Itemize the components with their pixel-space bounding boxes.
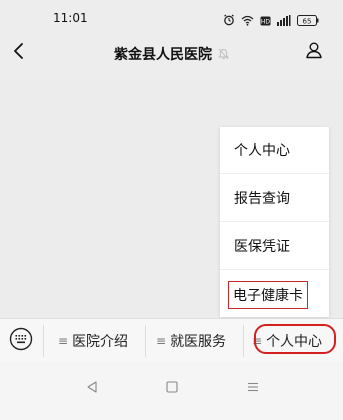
menu-divider <box>145 325 146 357</box>
menu-divider <box>43 325 44 357</box>
status-time: 11:01 <box>53 11 88 25</box>
submenu-item-health-card[interactable]: 电子健康卡 <box>220 271 329 318</box>
submenu-item-insurance-voucher[interactable]: 医保凭证 <box>220 223 329 270</box>
bottom-menu-bar: ≡ 医院介绍 ≡ 就医服务 ≡ 个人中心 <box>0 318 343 362</box>
back-triangle-icon <box>86 378 98 397</box>
bell-off-icon <box>218 45 229 64</box>
signal-icon <box>277 11 291 30</box>
nav-title-wrap: 紫金县人民医院 <box>0 44 343 64</box>
svg-text:HD: HD <box>261 18 271 25</box>
profile-button[interactable] <box>303 41 325 63</box>
status-icons: HD 65 <box>223 11 319 30</box>
menu-lines-icon: ≡ <box>156 334 167 348</box>
nav-bar: 紫金县人民医院 <box>0 34 343 74</box>
person-icon <box>305 41 323 63</box>
alarm-icon <box>223 11 235 30</box>
menu-lines-icon: ≡ <box>252 334 263 348</box>
menu-lines-icon <box>247 378 259 397</box>
submenu-item-personal-center[interactable]: 个人中心 <box>220 127 329 174</box>
home-square-icon <box>166 378 178 397</box>
keyboard-icon <box>9 327 33 355</box>
menu-lines-icon: ≡ <box>58 334 69 348</box>
menu-item-medical-service[interactable]: ≡ 就医服务 <box>156 329 226 353</box>
menu-item-label: 医院介绍 <box>72 334 129 350</box>
submenu-popup: 个人中心 报告查询 医保凭证 电子健康卡 <box>220 127 329 317</box>
submenu-item-label: 电子健康卡 <box>228 280 308 309</box>
menu-item-label: 就医服务 <box>170 334 227 350</box>
system-back-button[interactable] <box>81 376 103 398</box>
menu-item-hospital-intro[interactable]: ≡ 医院介绍 <box>58 329 128 353</box>
status-bar: 11:01 HD 65 <box>0 0 343 34</box>
battery-icon: 65 <box>297 11 319 30</box>
submenu-item-label: 医保凭证 <box>234 239 290 255</box>
hd-icon: HD <box>260 11 271 30</box>
submenu-item-report-query[interactable]: 报告查询 <box>220 175 329 222</box>
battery-level: 65 <box>303 17 312 25</box>
wifi-icon <box>241 11 254 30</box>
submenu-item-label: 个人中心 <box>234 143 290 159</box>
keyboard-toggle-button[interactable] <box>8 327 34 355</box>
menu-divider <box>243 325 244 357</box>
submenu-item-label: 报告查询 <box>234 191 290 207</box>
system-home-button[interactable] <box>161 376 183 398</box>
menu-item-label: 个人中心 <box>266 334 323 350</box>
system-menu-button[interactable] <box>242 376 264 398</box>
system-nav-bar <box>0 362 343 420</box>
page-title: 紫金县人民医院 <box>114 47 212 63</box>
menu-item-personal-center[interactable]: ≡ 个人中心 <box>252 329 322 353</box>
